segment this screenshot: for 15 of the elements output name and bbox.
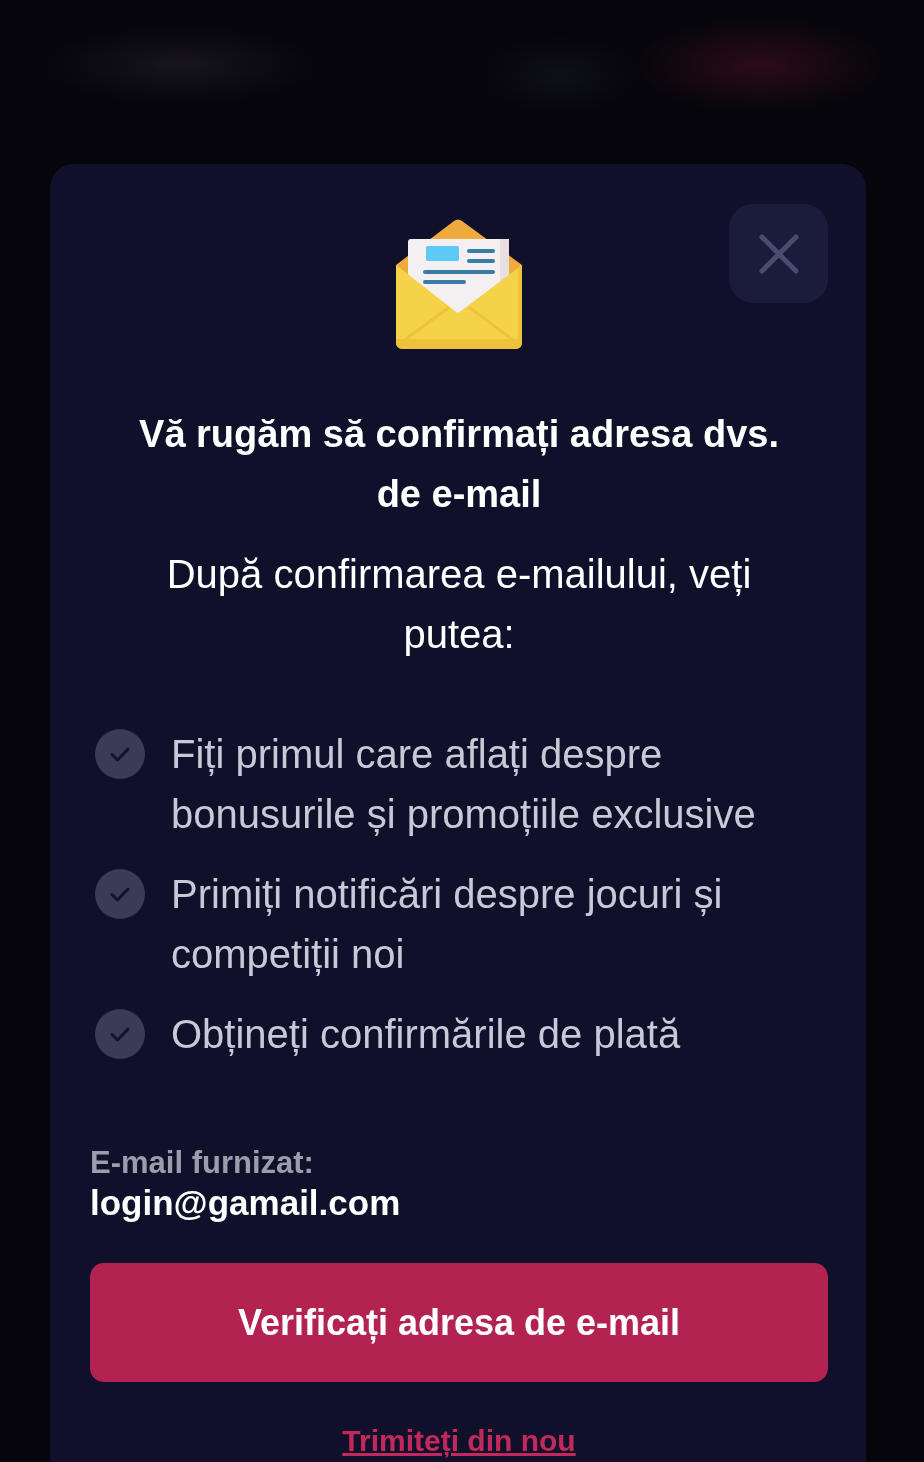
check-icon	[95, 869, 145, 919]
check-icon	[95, 1009, 145, 1059]
benefit-text: Primiți notificări despre jocuri și competiții noi	[171, 871, 724, 978]
verify-email-button[interactable]: Verificați adresa de e-mail	[90, 1263, 828, 1382]
close-button[interactable]	[729, 204, 828, 303]
dialog-subtitle: După confirmarea e-mailului, veți putea:	[165, 551, 753, 658]
check-icon	[95, 729, 145, 779]
dialog-title: Vă rugăm să confirmați adresa dvs. de e-mail	[138, 412, 780, 517]
close-icon	[758, 233, 799, 274]
resend-link[interactable]: Trimiteți din nou	[342, 1422, 576, 1460]
email-label: E-mail furnizat:	[90, 1144, 315, 1182]
open-envelope-icon	[396, 218, 522, 349]
benefit-text: Fiți primul care aflați despre bonusurile și promoțiile exclusive	[171, 731, 757, 838]
email-value: login@gamail.com	[90, 1183, 402, 1223]
benefit-text: Obțineți confirmările de plată	[171, 1011, 681, 1058]
